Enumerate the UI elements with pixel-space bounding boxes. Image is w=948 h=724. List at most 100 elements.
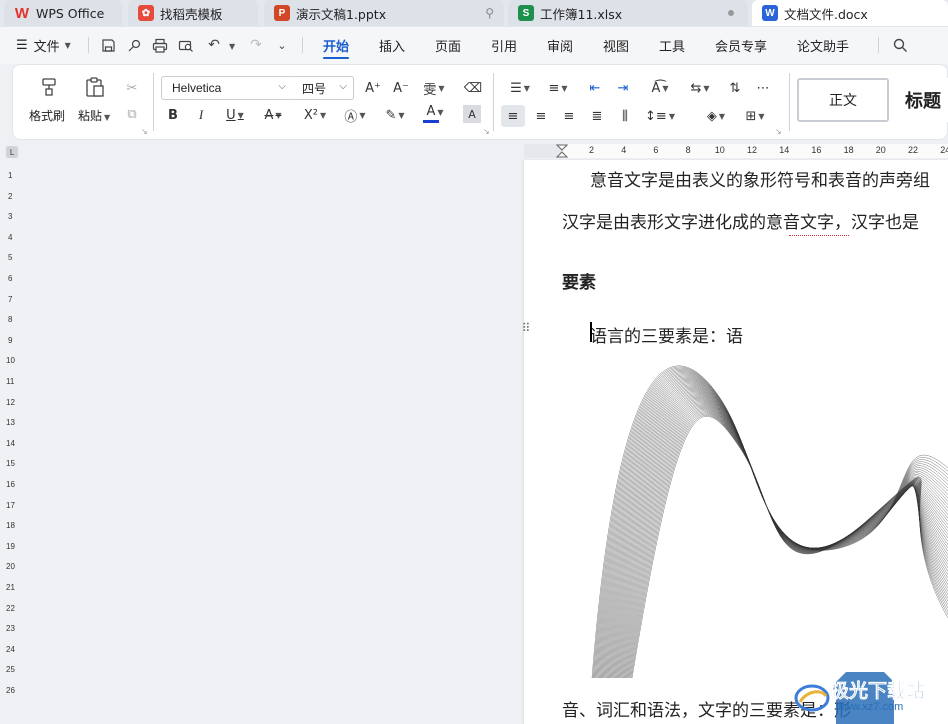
ruler-tick-label: 4 [621, 145, 627, 155]
line-spacing-icon[interactable]: ↕≡ ▼ [645, 105, 675, 127]
style-normal[interactable]: 正文 [797, 78, 889, 122]
tab-presentation[interactable]: P 演示文稿1.pptx ⚲ [264, 0, 504, 26]
numbered-list-icon[interactable]: ≡ ▼ [543, 78, 573, 98]
ruler-tick-label: 1 [8, 171, 13, 180]
ruler-tick-label: 24 [6, 644, 15, 654]
file-menu[interactable]: ☰ 文件 ▼ [16, 27, 71, 64]
menu-tab-member[interactable]: 会员专享 [715, 27, 767, 64]
text-effect-icon[interactable]: Ⓐ ▼ [339, 105, 371, 125]
cut-icon[interactable]: ✂ [123, 79, 141, 97]
wave-line-art-image[interactable] [590, 358, 948, 678]
menu-tab-references[interactable]: 引用 [491, 27, 517, 64]
paragraph-shading-icon[interactable]: ◈ ▼ [701, 105, 731, 127]
font-size-select[interactable]: 四号 ⌵ [292, 76, 354, 100]
dialog-launcher-icon[interactable]: ↘ [483, 127, 490, 136]
align-right-icon[interactable]: ≡ [559, 105, 579, 127]
ruler-tick-label: 8 [685, 145, 691, 155]
clear-format-icon[interactable]: ⌫ [463, 78, 483, 98]
ruler-tab-selector[interactable]: L [6, 146, 18, 158]
divider [302, 37, 303, 53]
text-direction-icon[interactable]: ⇆ ▼ [685, 78, 715, 98]
increase-font-icon[interactable]: A⁺ [363, 78, 383, 98]
ruler-tick-label: 2 [589, 145, 595, 155]
phonetic-guide-icon[interactable]: 雯 ▼ [419, 78, 449, 98]
increase-indent-icon[interactable]: ⇥ [613, 78, 633, 98]
menu-tab-review[interactable]: 审阅 [547, 27, 573, 64]
search-icon[interactable] [890, 35, 910, 55]
decrease-indent-icon[interactable]: ⇤ [585, 78, 605, 98]
ribbon-toolbar: 格式刷 粘贴 ▼ ✂ ⧉ ↘ Helvetica ⌵ 四号 ⌵ A⁺ A⁻ 雯 ▼ … [12, 64, 948, 140]
tab-docer-templates[interactable]: ✿ 找稻壳模板 [128, 0, 258, 26]
horizontal-ruler[interactable]: 2 4 6 8 10 12 14 16 18 20 22 24 [524, 144, 948, 158]
distributed-align-icon[interactable]: ⫼ [615, 105, 635, 127]
ruler-tick-label: 6 [8, 274, 13, 283]
document-icon: W [762, 5, 778, 21]
drag-handle-icon[interactable]: ⠿ [520, 322, 532, 341]
print-preview-icon[interactable] [176, 35, 196, 55]
menu-tab-tools[interactable]: 工具 [659, 27, 685, 64]
chinese-layout-icon[interactable]: A͡ ▼ [645, 78, 675, 98]
character-shading-icon[interactable]: A [463, 105, 481, 123]
menu-tab-thesis[interactable]: 论文助手 [797, 27, 849, 64]
format-painter-label[interactable]: 格式刷 [29, 107, 65, 124]
watermark-text: 极光下载站 [830, 680, 926, 703]
ruler-tick-label: 4 [8, 232, 13, 242]
align-left-icon[interactable]: ≡ [501, 105, 525, 127]
sort-icon[interactable]: ⇅ [725, 78, 745, 98]
tab-document[interactable]: W 文档文件.docx [752, 0, 948, 26]
document-page[interactable]: 意音文字是由表义的象形符号和表音的声旁组 汉字是由表形文字进化成的意音文字，汉字… [524, 160, 948, 724]
borders-icon[interactable]: ⊞ ▼ [739, 105, 771, 127]
divider [493, 73, 494, 131]
show-marks-icon[interactable]: ⋯ [753, 78, 773, 98]
ruler-tick-label: 2 [8, 191, 13, 201]
indent-marker-icon[interactable] [556, 144, 568, 158]
tab-label: 演示文稿1.pptx [296, 6, 387, 22]
dialog-launcher-icon[interactable]: ↘ [775, 127, 782, 136]
align-center-icon[interactable]: ≡ [531, 105, 551, 127]
ruler-tick-label: 10 [714, 145, 725, 155]
more-commands-icon[interactable]: ⌄ [272, 35, 292, 55]
text-cursor [590, 322, 592, 342]
superscript-icon[interactable]: X² ▼ [299, 105, 331, 125]
paste-label[interactable]: 粘贴 ▼ [78, 107, 110, 124]
link-icon[interactable] [124, 35, 144, 55]
unsaved-dot-icon [728, 10, 734, 16]
menu-tab-page[interactable]: 页面 [435, 27, 461, 64]
undo-icon[interactable]: ↶ [204, 35, 224, 55]
menu-tab-home[interactable]: 开始 [323, 27, 350, 64]
redo-icon[interactable]: ↷ [246, 35, 266, 55]
font-name-select[interactable]: Helvetica ⌵ [161, 76, 293, 100]
strikethrough-icon[interactable]: A ▼ [259, 105, 287, 125]
decrease-font-icon[interactable]: A⁻ [391, 78, 411, 98]
underline-icon[interactable]: U ▼ [221, 105, 249, 125]
style-heading[interactable]: 标题 [897, 78, 948, 122]
italic-icon[interactable]: I [191, 105, 211, 125]
justify-icon[interactable]: ≣ [587, 105, 607, 127]
highlight-icon[interactable]: ✎ ▼ [379, 105, 411, 125]
wave-stroke [599, 375, 948, 678]
chevron-down-icon: ▼ [104, 113, 111, 122]
paste-icon[interactable] [83, 75, 107, 99]
copy-icon[interactable]: ⧉ [123, 105, 141, 123]
tab-wps-office[interactable]: W WPS Office [4, 0, 122, 26]
bullet-list-icon[interactable]: ☰ ▼ [505, 78, 535, 98]
vertical-ruler[interactable]: 1 2 3 4 5 6 7 8 9 10 11 12 13 14 15 16 17 18 19 20 21 22 23 24 2… [0, 162, 18, 724]
tab-spreadsheet[interactable]: S 工作簿11.xlsx [508, 0, 748, 26]
ruler-tick-label: 22 [908, 145, 919, 155]
font-color-icon[interactable]: A ▼ [419, 103, 451, 125]
format-painter-icon[interactable] [37, 75, 61, 99]
menu-tab-view[interactable]: 视图 [603, 27, 629, 64]
print-icon[interactable] [150, 35, 170, 55]
file-menu-label: 文件 [33, 40, 60, 55]
wave-stroke [605, 383, 948, 678]
watermark-logo: 极光下载站 www.xz7.com [790, 668, 948, 724]
bold-icon[interactable]: B [163, 105, 183, 125]
ruler-tick-label: 22 [6, 603, 15, 613]
menu-tab-insert[interactable]: 插入 [379, 27, 405, 64]
save-icon[interactable] [98, 35, 118, 55]
paragraph-line: 语言的三要素是：语 [590, 327, 743, 347]
dialog-launcher-icon[interactable]: ↘ [141, 127, 148, 136]
pin-icon[interactable]: ⚲ [485, 6, 494, 20]
chevron-down-icon[interactable]: ▼ [229, 42, 235, 51]
ruler-tick-label: 3 [8, 212, 13, 222]
